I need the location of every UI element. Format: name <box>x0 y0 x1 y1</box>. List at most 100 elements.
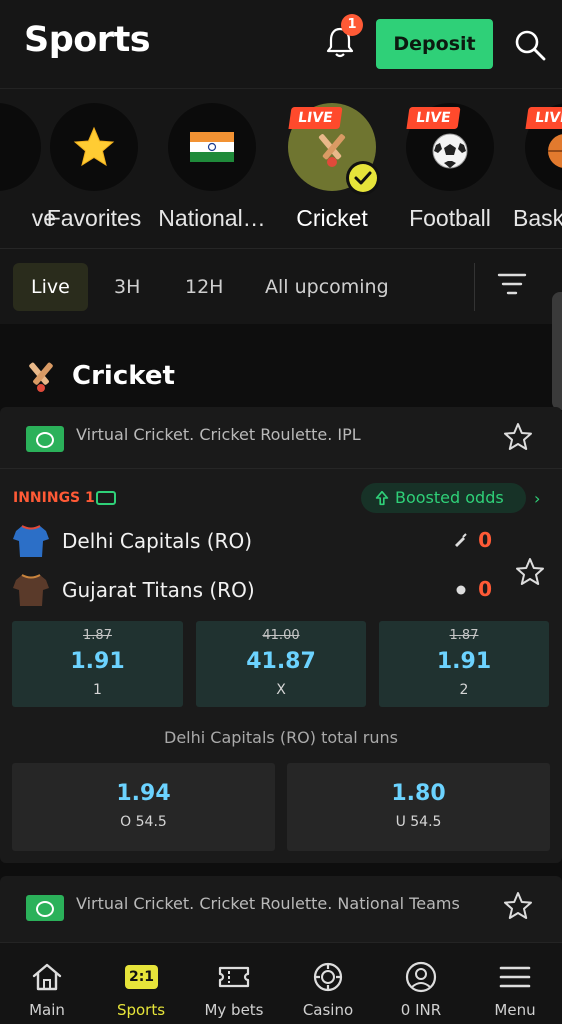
page-title: Sports <box>24 20 151 60</box>
sport-item-basketball[interactable]: LIVE Bask <box>509 103 562 232</box>
selected-check-badge <box>346 161 380 195</box>
total-under-button[interactable]: 1.80 U 54.5 <box>287 763 550 851</box>
sport-icon-circle: LIVE <box>525 103 562 191</box>
bottom-navigation: Main 2:1 Sports My bets Casino 0 INR Men… <box>0 942 562 1024</box>
league-row[interactable]: Virtual Cricket. Cricket Roulette. IPL <box>0 407 562 469</box>
team-row: Delhi Capitals (RO) 0 <box>12 521 492 561</box>
football-icon <box>432 133 468 169</box>
nav-main[interactable]: Main <box>0 943 94 1024</box>
nav-account[interactable]: 0 INR <box>374 943 468 1024</box>
ball-icon <box>456 585 466 595</box>
divider <box>474 263 475 311</box>
live-badge: LIVE <box>406 107 461 129</box>
nav-label: Sports <box>116 1001 166 1019</box>
odd-value: 1.91 <box>70 649 125 674</box>
nav-label: 0 INR <box>400 1001 442 1019</box>
old-odd: 1.87 <box>449 628 479 643</box>
filter-icon[interactable] <box>496 268 528 300</box>
section-header: Cricket <box>24 356 175 396</box>
sport-item-label: Favorites <box>46 205 142 231</box>
user-icon <box>405 961 437 993</box>
filter-tab-all-upcoming[interactable]: All upcoming <box>247 263 407 311</box>
old-odd: 1.87 <box>83 628 112 643</box>
innings-status: INNINGS 1 <box>13 490 95 506</box>
app-header: Sports 1 Deposit <box>0 0 562 88</box>
total-over-button[interactable]: 1.94 O 54.5 <box>12 763 275 851</box>
nav-casino[interactable]: Casino <box>281 943 375 1024</box>
scroll-handle[interactable] <box>552 292 562 410</box>
star-icon <box>73 126 115 167</box>
section-title: Cricket <box>72 361 175 391</box>
nav-label: Main <box>29 1001 65 1019</box>
sport-item-label: Football <box>409 205 491 231</box>
sport-item-favorites[interactable]: Favorites <box>35 103 153 232</box>
sport-item-label: Cricket <box>296 205 368 231</box>
nav-my-bets[interactable]: My bets <box>187 943 281 1024</box>
nav-label: My bets <box>204 1001 264 1019</box>
team1-name: Delhi Capitals (RO) <box>62 529 252 553</box>
nav-label: Menu <box>494 1001 536 1019</box>
sport-icon-circle: LIVE <box>288 103 380 195</box>
sport-icon-circle <box>168 103 256 191</box>
favorite-star-icon[interactable] <box>503 891 533 921</box>
sport-item-football[interactable]: LIVE Football <box>391 103 509 232</box>
nav-label: Casino <box>302 1001 354 1019</box>
odd-label: 1 <box>93 682 102 698</box>
sport-icon-circle: LIVE <box>406 103 494 191</box>
odds-button-2[interactable]: 1.87 1.91 2 <box>379 621 549 707</box>
virtual-sport-icon <box>26 426 64 452</box>
sport-icon-circle <box>50 103 138 191</box>
sport-item-national[interactable]: National… <box>153 103 271 232</box>
league-row[interactable]: Virtual Cricket. Cricket Roulette. Natio… <box>0 876 562 938</box>
favorite-star-icon[interactable] <box>503 422 533 452</box>
boosted-odds-label: Boosted odds <box>395 488 504 507</box>
sports-score-icon: 2:1 <box>125 965 158 989</box>
sport-item-label: National… <box>158 205 266 231</box>
filter-tab-3h[interactable]: 3H <box>96 263 158 311</box>
odd-label: U 54.5 <box>395 814 442 830</box>
basketball-icon <box>548 134 562 168</box>
league-name: Virtual Cricket. Cricket Roulette. Natio… <box>76 894 460 913</box>
sport-item-cricket[interactable]: LIVE Cricket <box>273 103 391 232</box>
odd-value: 41.87 <box>246 649 316 674</box>
team1-jersey-icon <box>13 525 49 557</box>
scoreboard-icon <box>96 491 116 505</box>
ticket-icon <box>218 966 250 988</box>
odd-label: X <box>276 682 286 698</box>
filter-tab-live[interactable]: Live <box>13 263 88 311</box>
market-title: Delhi Capitals (RO) total runs <box>164 728 398 747</box>
odd-value: 1.80 <box>391 781 446 806</box>
odd-value: 1.91 <box>436 649 492 674</box>
cricket-icon <box>318 134 346 167</box>
team1-score: 0 <box>478 528 492 552</box>
live-badge: LIVE <box>525 107 562 129</box>
odds-button-x[interactable]: 41.00 41.87 X <box>196 621 366 707</box>
team-row: Gujarat Titans (RO) 0 <box>12 570 492 610</box>
time-filter-bar: Live 3H 12H All upcoming <box>0 248 562 324</box>
deposit-button[interactable]: Deposit <box>376 19 493 69</box>
odd-label: 2 <box>459 682 469 698</box>
nav-menu[interactable]: Menu <box>468 943 562 1024</box>
casino-chip-icon <box>313 962 343 992</box>
india-flag-icon <box>190 132 234 162</box>
old-odd: 41.00 <box>262 628 300 643</box>
check-icon <box>349 164 377 192</box>
bat-icon <box>455 533 467 547</box>
hamburger-menu-icon <box>499 966 531 988</box>
nav-sports[interactable]: 2:1 Sports <box>94 943 188 1024</box>
odds-button-1[interactable]: 1.87 1.91 1 <box>12 621 183 707</box>
team2-jersey-icon <box>13 574 49 606</box>
league-name: Virtual Cricket. Cricket Roulette. IPL <box>76 425 361 444</box>
favorite-star-icon[interactable] <box>515 557 545 587</box>
filter-tab-12h[interactable]: 12H <box>167 263 241 311</box>
odd-value: 1.94 <box>116 781 171 806</box>
odd-label: O 54.5 <box>120 814 167 830</box>
home-icon <box>32 963 62 991</box>
boosted-odds-badge[interactable]: Boosted odds <box>361 483 526 513</box>
virtual-sport-icon <box>26 895 64 921</box>
chevron-right-icon[interactable]: › <box>534 489 540 508</box>
sport-item-label: Bask <box>513 205 562 231</box>
search-icon[interactable] <box>513 28 547 62</box>
cricket-icon <box>29 362 53 392</box>
boost-arrow-icon <box>375 490 389 506</box>
